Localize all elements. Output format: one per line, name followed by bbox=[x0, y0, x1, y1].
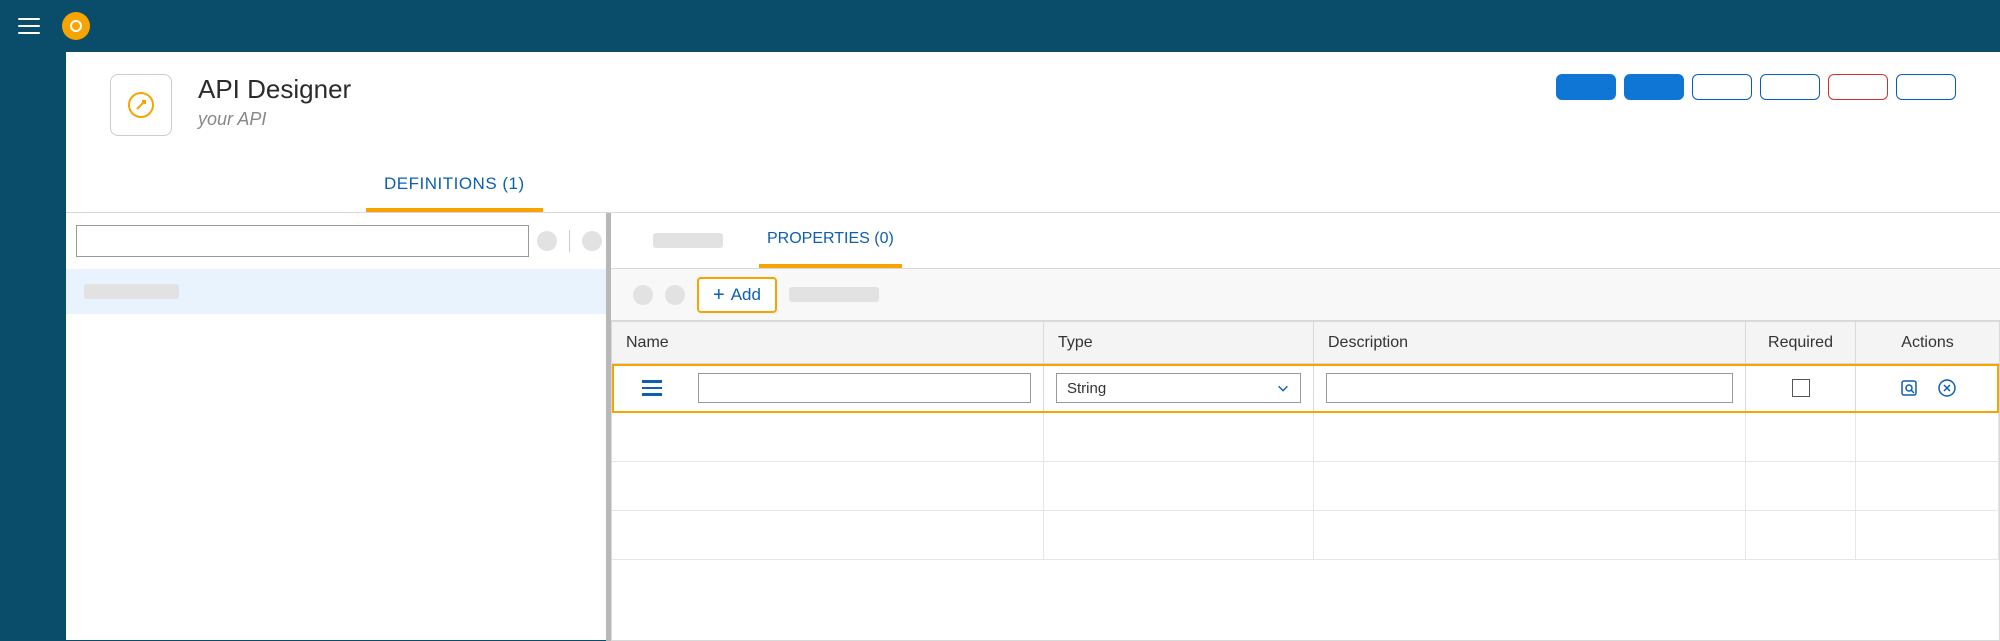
detail-tab-general[interactable] bbox=[645, 213, 731, 268]
chevron-down-icon bbox=[1276, 381, 1290, 395]
tab-definitions[interactable]: DEFINITIONS (1) bbox=[366, 160, 543, 212]
toolbar-placeholder bbox=[789, 287, 879, 302]
definition-item-selected[interactable] bbox=[66, 269, 610, 314]
property-row-empty bbox=[612, 462, 1999, 511]
page-subtitle: your API bbox=[198, 109, 351, 130]
toolbar-action-2[interactable] bbox=[665, 285, 685, 305]
property-row-empty bbox=[612, 511, 1999, 560]
page-title: API Designer bbox=[198, 74, 351, 105]
header-action-2[interactable] bbox=[1624, 74, 1684, 100]
definitions-search-input[interactable] bbox=[76, 225, 529, 257]
property-type-value: String bbox=[1067, 380, 1106, 397]
sidebar-action-1[interactable] bbox=[537, 231, 557, 251]
api-designer-icon bbox=[110, 74, 172, 136]
sidebar-action-2[interactable] bbox=[582, 231, 602, 251]
toolbar-action-1[interactable] bbox=[633, 285, 653, 305]
column-header-description: Description bbox=[1314, 322, 1746, 363]
brand-logo bbox=[62, 12, 90, 40]
add-button-label: Add bbox=[731, 285, 761, 305]
header-action-5[interactable] bbox=[1828, 74, 1888, 100]
property-name-input[interactable] bbox=[698, 373, 1031, 403]
delete-icon bbox=[1937, 378, 1957, 398]
property-delete-button[interactable] bbox=[1937, 378, 1957, 398]
menu-button[interactable] bbox=[16, 12, 42, 40]
property-type-select[interactable]: String bbox=[1056, 373, 1301, 403]
property-required-checkbox[interactable] bbox=[1792, 379, 1810, 397]
column-header-name: Name bbox=[612, 322, 1044, 363]
column-header-type: Type bbox=[1044, 322, 1314, 363]
column-header-required: Required bbox=[1746, 322, 1856, 363]
header-action-3[interactable] bbox=[1692, 74, 1752, 100]
property-row: String bbox=[612, 364, 1999, 413]
details-icon bbox=[1899, 378, 1919, 398]
detail-tab-properties[interactable]: PROPERTIES (0) bbox=[759, 213, 902, 268]
column-header-actions: Actions bbox=[1856, 322, 1999, 363]
plus-icon: + bbox=[713, 285, 725, 305]
property-row-empty bbox=[612, 413, 1999, 462]
header-action-6[interactable] bbox=[1896, 74, 1956, 100]
property-details-button[interactable] bbox=[1899, 378, 1919, 398]
drag-handle-icon[interactable] bbox=[642, 380, 662, 396]
header-action-1[interactable] bbox=[1556, 74, 1616, 100]
add-property-button[interactable]: + Add bbox=[697, 277, 777, 313]
property-description-input[interactable] bbox=[1326, 373, 1733, 403]
header-action-4[interactable] bbox=[1760, 74, 1820, 100]
